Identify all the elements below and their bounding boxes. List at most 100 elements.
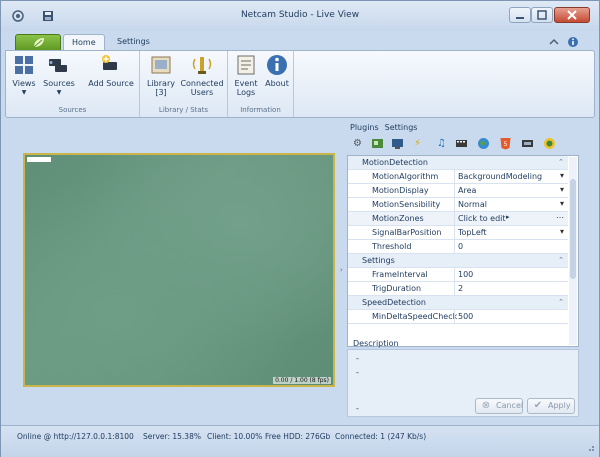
- application-menu-button[interactable]: [15, 34, 61, 51]
- property-row[interactable]: MinDeltaSpeedCheck 500: [348, 310, 568, 324]
- ellipsis-icon[interactable]: ⋯: [556, 213, 564, 222]
- timestamp-plugin-icon[interactable]: [521, 137, 534, 150]
- event-logs-icon: [237, 55, 255, 75]
- collapse-ribbon-icon[interactable]: [549, 38, 559, 46]
- cancel-button[interactable]: ⊗ Cancel: [475, 398, 523, 414]
- collapse-icon[interactable]: ⌃: [558, 158, 564, 166]
- about-button[interactable]: About: [262, 53, 292, 88]
- dropdown-arrow-icon[interactable]: ▾: [560, 185, 564, 194]
- property-row[interactable]: FrameInterval 100: [348, 268, 568, 282]
- description-label: Description: [353, 339, 399, 348]
- close-button[interactable]: [554, 7, 590, 23]
- collapse-icon[interactable]: ⌃: [558, 298, 564, 306]
- library-button[interactable]: Library [3]: [144, 53, 178, 97]
- property-value: Area: [458, 186, 477, 195]
- collapse-icon[interactable]: ⌃: [558, 256, 564, 264]
- resize-grip-icon[interactable]: [585, 442, 595, 452]
- maximize-button[interactable]: [531, 7, 553, 23]
- category-label: SpeedDetection: [362, 298, 426, 307]
- column-divider: [454, 170, 455, 184]
- column-divider: [454, 282, 455, 296]
- title-bar: Netcam Studio - Live View: [1, 1, 599, 31]
- event-label: Event: [234, 79, 258, 88]
- property-name: Threshold: [372, 242, 412, 251]
- cancel-label: Cancel: [496, 401, 524, 410]
- category-label: MotionDetection: [362, 158, 428, 167]
- scrollbar-thumb[interactable]: [570, 179, 576, 279]
- html5-icon[interactable]: 5: [499, 137, 512, 150]
- plugin-toolbar: ⚙ ⚡ ♫ 5: [347, 135, 579, 153]
- property-row[interactable]: MotionSensibility Normal ▾: [348, 198, 568, 212]
- panel-tab-settings[interactable]: Settings: [385, 123, 418, 132]
- category-motion-detection[interactable]: MotionDetection ⌃: [348, 156, 568, 170]
- tab-home[interactable]: Home: [63, 34, 105, 51]
- property-value: 2: [458, 284, 464, 293]
- property-row[interactable]: MotionZones Click to edit ▸ ⋯: [348, 212, 568, 226]
- property-value: 0: [458, 242, 464, 251]
- screen-plugin-icon[interactable]: [391, 137, 404, 150]
- about-label: About: [265, 79, 289, 88]
- ribbon-group-sources: Views ▼ Sources ▼ Add Source Sources: [6, 51, 140, 117]
- property-value: 100: [458, 270, 474, 279]
- category-speed-detection[interactable]: SpeedDetection ⌃: [348, 296, 568, 310]
- property-row[interactable]: TrigDuration 2: [348, 282, 568, 296]
- ribbon-tab-row: Home Settings: [1, 31, 599, 51]
- splitter-arrow-icon[interactable]: ›: [340, 266, 343, 274]
- grid-views-icon: [15, 56, 33, 74]
- description-line: -: [356, 368, 359, 377]
- property-name: MotionSensibility: [372, 200, 441, 209]
- minimize-button[interactable]: [509, 7, 531, 23]
- add-source-button[interactable]: Add Source: [84, 53, 138, 88]
- property-row[interactable]: Threshold 0: [348, 240, 568, 254]
- sources-button[interactable]: Sources ▼: [40, 53, 78, 97]
- property-row[interactable]: SignalBarPosition TopLeft ▾: [348, 226, 568, 240]
- connected-label: Connected: [180, 79, 224, 88]
- ribbon-group-information: Event Logs About Information: [228, 51, 294, 117]
- property-value: BackgroundModeling: [458, 172, 543, 181]
- views-button[interactable]: Views ▼: [10, 53, 38, 97]
- panel-tabs: Plugins Settings: [350, 123, 423, 132]
- tab-settings[interactable]: Settings: [109, 34, 158, 51]
- property-value: TopLeft: [458, 228, 487, 237]
- info-icon: [267, 55, 287, 75]
- views-dropdown-arrow: ▼: [21, 89, 27, 96]
- checkmark-icon: ✔: [533, 400, 543, 411]
- column-divider: [454, 268, 455, 282]
- sources-dropdown-arrow: ▼: [56, 89, 62, 96]
- cancel-icon: ⊗: [481, 400, 491, 411]
- add-camera-icon: [102, 55, 117, 70]
- wrench-icon[interactable]: ⚙: [351, 137, 364, 150]
- apply-button[interactable]: ✔ Apply: [527, 398, 575, 414]
- app-window: Netcam Studio - Live View Home Settings: [0, 0, 600, 457]
- lightning-icon[interactable]: ⚡: [411, 137, 424, 150]
- dropdown-arrow-icon[interactable]: ▾: [560, 171, 564, 180]
- dropdown-arrow-icon[interactable]: ▾: [560, 199, 564, 208]
- property-grid-scrollbar[interactable]: [569, 157, 577, 345]
- live-video-view[interactable]: 0.00 / 1.00 (8 fps): [23, 153, 335, 387]
- property-row[interactable]: MotionDisplay Area ▾: [348, 184, 568, 198]
- connected-users-button[interactable]: Connected Users: [180, 53, 224, 97]
- music-note-icon[interactable]: ♫: [435, 137, 448, 150]
- colorful-plugin-icon[interactable]: [543, 137, 556, 150]
- library-count: [3]: [155, 88, 167, 97]
- motion-detection-plugin-icon[interactable]: [371, 137, 384, 150]
- property-name: FrameInterval: [372, 270, 428, 279]
- status-server: Server: 15.38%: [143, 432, 201, 441]
- dropdown-arrow-icon[interactable]: ▾: [560, 227, 564, 236]
- play-arrow-icon: ▸: [506, 213, 510, 221]
- event-logs-button[interactable]: Event Logs: [232, 53, 260, 97]
- signal-bar: [27, 157, 51, 162]
- film-strip-icon[interactable]: [455, 137, 468, 150]
- category-settings[interactable]: Settings ⌃: [348, 254, 568, 268]
- panel-tab-plugins[interactable]: Plugins: [350, 123, 379, 132]
- svg-text:5: 5: [504, 141, 508, 148]
- property-row[interactable]: MotionAlgorithm BackgroundModeling ▾: [348, 170, 568, 184]
- leaf-icon: [33, 38, 44, 48]
- help-icon[interactable]: [567, 36, 579, 48]
- property-value: Click to edit: [458, 214, 506, 223]
- views-label: Views: [12, 79, 36, 88]
- ribbon-panel: Views ▼ Sources ▼ Add Source Sources Lib…: [5, 50, 595, 118]
- property-name: MotionAlgorithm: [372, 172, 439, 181]
- globe-icon[interactable]: [477, 137, 490, 150]
- ribbon-group-library-stats: Library [3] Connected Users Library / St…: [140, 51, 228, 117]
